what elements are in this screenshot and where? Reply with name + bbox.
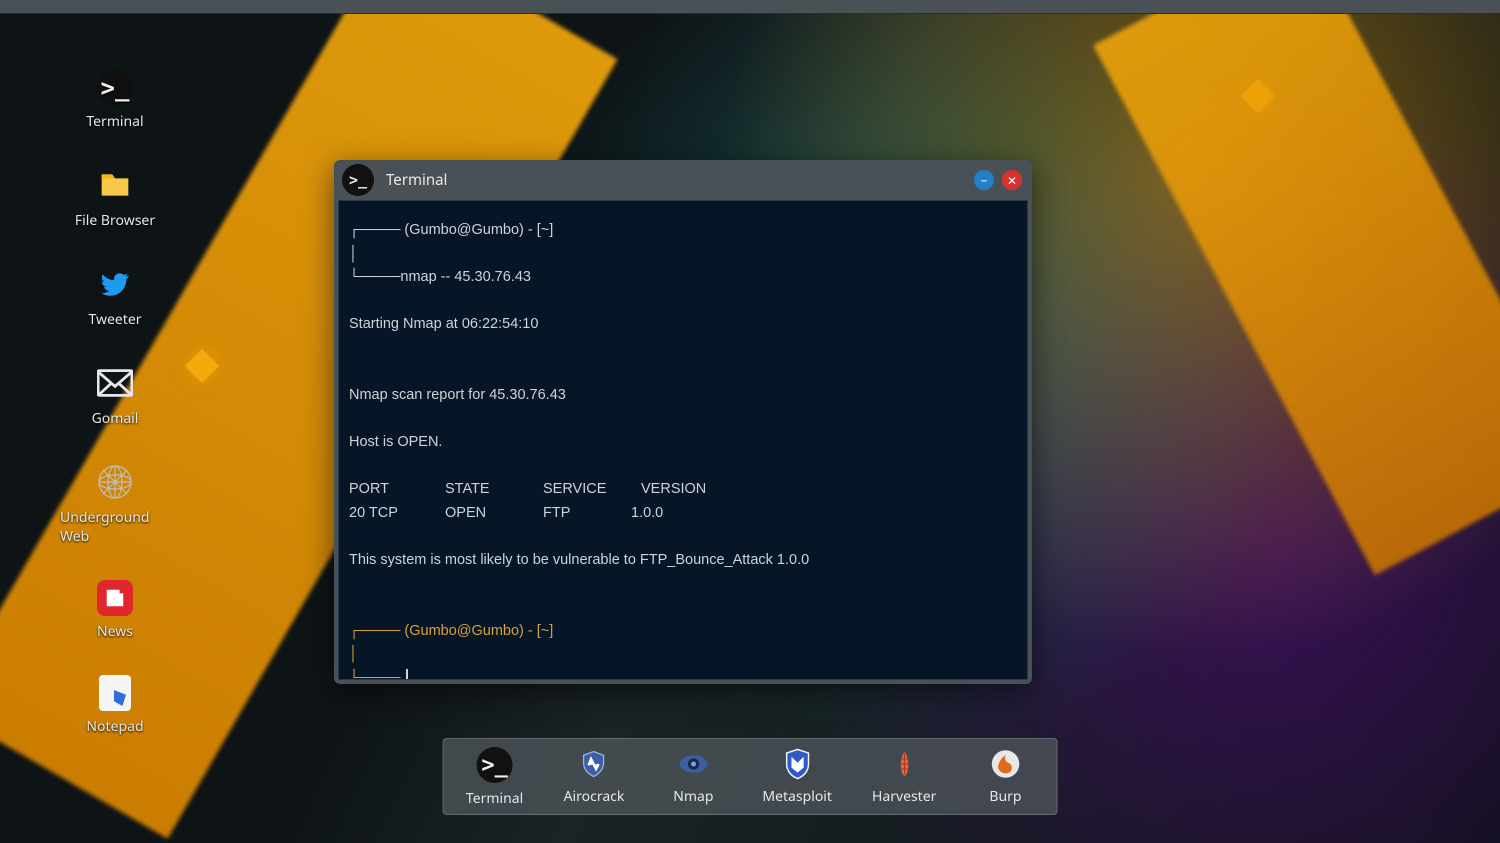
desktop-icon-label: Tweeter: [88, 310, 141, 329]
dock-item-label: Airocrack: [564, 787, 625, 806]
prompt-user: (Gumbo@Gumbo) - [~]: [404, 222, 553, 238]
desktop-icon-gomail[interactable]: Gomail: [60, 363, 170, 428]
terminal-line: This system is most likely to be vulnera…: [349, 551, 1017, 571]
desktop-icon-label: Notepad: [86, 717, 143, 736]
dock-item-burp[interactable]: Burp: [976, 747, 1034, 808]
desktop-icon-label: Terminal: [86, 112, 143, 131]
shield-icon: [577, 747, 611, 781]
terminal-window[interactable]: >_ Terminal − ✕ ┌──── (Gumbo@Gumbo) - [~…: [334, 160, 1032, 684]
globe-icon: [95, 462, 135, 502]
row-service: FTP: [543, 504, 631, 524]
terminal-icon: >_: [342, 164, 374, 196]
terminal-icon: >_: [97, 70, 133, 106]
news-icon: [97, 580, 133, 616]
desktop-icons: >_ Terminal File Browser Tweeter Gomail …: [60, 70, 170, 736]
bird-icon: [95, 264, 135, 304]
minimize-button[interactable]: −: [974, 170, 994, 190]
desktop-icon-underground-web[interactable]: Underground Web: [60, 462, 170, 546]
dock-item-label: Harvester: [872, 787, 936, 806]
desktop-icon-label: News: [97, 622, 133, 641]
dock-item-harvester[interactable]: Harvester: [872, 747, 936, 808]
notepad-icon: [99, 675, 131, 711]
top-panel: [0, 0, 1500, 14]
desktop-icon-notepad[interactable]: Notepad: [60, 675, 170, 736]
wallpaper-accent: [1241, 79, 1275, 113]
terminal-line: Starting Nmap at 06:22:54:10: [349, 315, 1017, 335]
window-titlebar[interactable]: >_ Terminal − ✕: [334, 160, 1032, 200]
mail-icon: [95, 363, 135, 403]
terminal-output[interactable]: ┌──── (Gumbo@Gumbo) - [~] │ └────nmap --…: [338, 200, 1028, 680]
desktop-icon-tweeter[interactable]: Tweeter: [60, 264, 170, 329]
cursor: [406, 669, 408, 680]
dock-item-label: Nmap: [673, 787, 713, 806]
close-button[interactable]: ✕: [1002, 170, 1022, 190]
dock-item-terminal[interactable]: >_ Terminal: [466, 747, 524, 808]
col-state: STATE: [445, 480, 543, 500]
row-port: 20 TCP: [349, 504, 445, 524]
row-version: 1.0.0: [631, 505, 663, 521]
feather-icon: [887, 747, 921, 781]
col-port: PORT: [349, 480, 445, 500]
folder-icon: [95, 165, 135, 205]
dock-item-label: Burp: [989, 787, 1021, 806]
desktop-icon-label: Underground Web: [60, 508, 170, 546]
desktop-icon-label: File Browser: [75, 211, 155, 230]
eye-icon: [676, 747, 710, 781]
terminal-line: Nmap scan report for 45.30.76.43: [349, 386, 1017, 406]
row-state: OPEN: [445, 504, 543, 524]
desktop-icon-news[interactable]: News: [60, 580, 170, 641]
dock-item-label: Terminal: [466, 789, 523, 808]
desktop-icon-label: Gomail: [92, 409, 139, 428]
dock-item-metasploit[interactable]: Metasploit: [762, 747, 832, 808]
col-service: SERVICE: [543, 480, 641, 500]
col-version: VERSION: [641, 481, 706, 497]
desktop-icon-terminal[interactable]: >_ Terminal: [60, 70, 170, 131]
dock: >_ Terminal Airocrack Nmap Metasploit Ha…: [443, 738, 1058, 815]
burp-icon: [988, 747, 1022, 781]
desktop-icon-file-browser[interactable]: File Browser: [60, 165, 170, 230]
terminal-icon: >_: [477, 747, 513, 783]
dock-item-airocrack[interactable]: Airocrack: [564, 747, 625, 808]
metasploit-icon: [780, 747, 814, 781]
window-title: Terminal: [386, 170, 966, 190]
dock-item-label: Metasploit: [762, 787, 832, 806]
terminal-command: nmap -- 45.30.76.43: [400, 269, 531, 285]
terminal-line: Host is OPEN.: [349, 433, 1017, 453]
wallpaper-accent: [185, 349, 219, 383]
dock-item-nmap[interactable]: Nmap: [664, 747, 722, 808]
prompt-user: (Gumbo@Gumbo) - [~]: [404, 623, 553, 639]
